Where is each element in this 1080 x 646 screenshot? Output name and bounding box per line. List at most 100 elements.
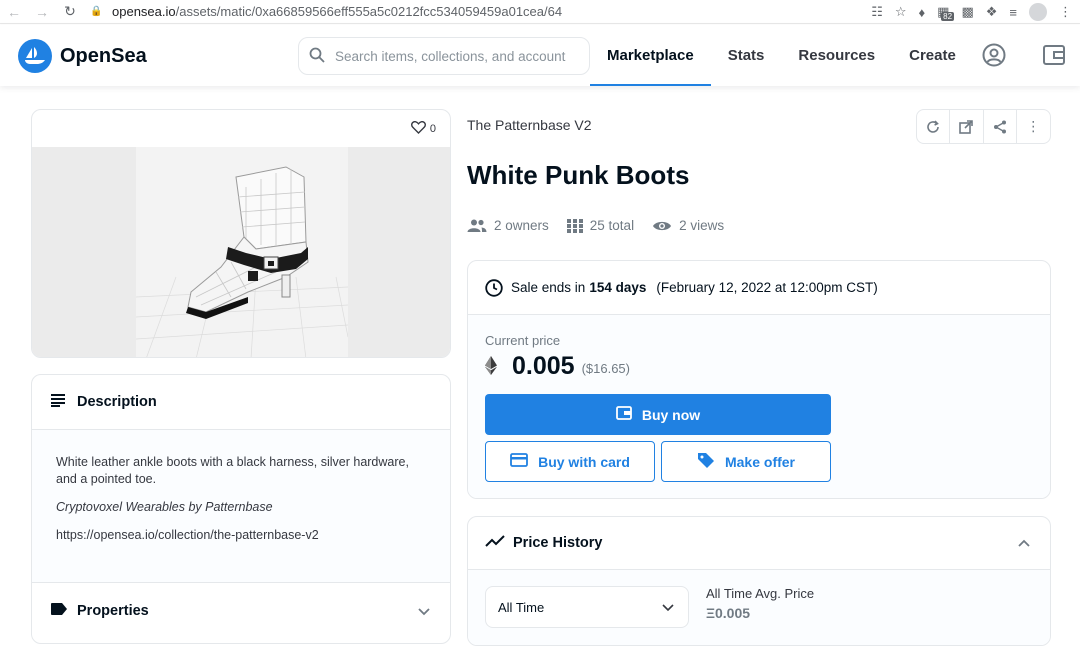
trending-line-icon — [485, 535, 505, 551]
description-text: White leather ankle boots with a black h… — [56, 455, 409, 486]
more-options-icon[interactable]: ⋮ — [1017, 110, 1050, 143]
make-offer-button[interactable]: Make offer — [661, 441, 831, 482]
sale-duration: 154 days — [589, 280, 647, 295]
total-stat: 25 total — [566, 218, 635, 233]
grid-icon — [566, 218, 583, 233]
item-title: White Punk Boots — [467, 160, 690, 190]
brand-name: OpenSea — [60, 44, 147, 67]
time-range-select[interactable]: All Time — [485, 586, 689, 628]
grid-extension-icon[interactable]: ▩ — [961, 4, 973, 20]
favorites-count: 0 — [429, 122, 436, 135]
nav-stats[interactable]: Stats — [711, 25, 782, 86]
current-price-label: Current price — [485, 333, 561, 348]
account-icon[interactable] — [981, 42, 1007, 68]
refresh-icon[interactable] — [917, 110, 951, 143]
eye-icon — [653, 221, 672, 230]
make-offer-label: Make offer — [724, 453, 796, 470]
bookmark-star-icon[interactable]: ☆ — [895, 4, 907, 20]
buy-with-card-label: Buy with card — [538, 453, 630, 470]
heart-icon[interactable] — [410, 120, 426, 137]
browser-toolbar: ← → ↻ 🔒 opensea.io /assets/matic/0xa6685… — [0, 0, 1080, 24]
price-history-body: All Time All Time Avg. Price Ξ0.005 — [468, 570, 1050, 645]
description-credit: Cryptovoxel Wearables by Patternbase — [56, 500, 273, 514]
chevron-up-icon[interactable] — [1018, 535, 1030, 551]
favorites-bar: 0 — [32, 110, 450, 147]
average-price-label: All Time Avg. Price — [706, 586, 815, 601]
asset-stats: 2 owners 25 total 2 views — [467, 218, 742, 233]
owners-count: 2 owners — [494, 218, 549, 233]
sale-prefix: Sale ends in — [511, 280, 586, 295]
price-usd: ($16.65) — [581, 361, 630, 376]
playlist-icon[interactable]: ≡ — [1009, 5, 1017, 20]
menu-dots-icon[interactable]: ⋮ — [1059, 4, 1072, 20]
asset-image[interactable] — [32, 147, 450, 357]
ethereum-icon — [485, 355, 503, 378]
buy-now-label: Buy now — [641, 406, 701, 423]
tag-icon — [51, 603, 69, 619]
reload-icon[interactable]: ↻ — [56, 3, 84, 20]
description-panel: Description White leather ankle boots wi… — [31, 374, 451, 644]
search-icon — [299, 47, 335, 66]
description-header[interactable]: Description — [32, 375, 450, 430]
site-header: OpenSea Marketplace Stats Resources Crea… — [0, 25, 1080, 86]
description-title: Description — [77, 394, 157, 410]
nav-create[interactable]: Create — [892, 25, 973, 86]
nav-resources[interactable]: Resources — [781, 25, 892, 86]
price-line: 0.005 ($16.65) — [485, 352, 1050, 381]
share-icon[interactable] — [984, 110, 1017, 143]
price-amount: 0.005 — [512, 352, 575, 380]
nav-marketplace[interactable]: Marketplace — [590, 25, 711, 86]
buy-now-button[interactable]: Buy now — [485, 394, 831, 435]
chevron-down-icon — [662, 600, 674, 615]
chevron-down-icon[interactable] — [418, 603, 430, 619]
sale-timer: Sale ends in 154 days (February 12, 2022… — [468, 261, 1050, 315]
properties-header[interactable]: Properties — [32, 583, 450, 639]
trade-panel: Sale ends in 154 days (February 12, 2022… — [467, 260, 1051, 499]
translate-icon[interactable]: ☷ — [871, 4, 883, 20]
search-input[interactable] — [335, 48, 580, 64]
description-lines-icon — [51, 393, 69, 411]
price-history-panel: Price History All Time All Time Avg. Pri… — [467, 516, 1051, 646]
forward-icon[interactable]: → — [28, 4, 56, 20]
asset-actions: ⋮ — [916, 109, 1051, 144]
buy-with-card-button[interactable]: Buy with card — [485, 441, 655, 482]
average-price: All Time Avg. Price Ξ0.005 — [706, 586, 814, 621]
profile-avatar[interactable] — [1029, 3, 1047, 21]
collection-name[interactable]: The Patternbase V2 — [467, 117, 592, 133]
search-bar[interactable] — [298, 37, 590, 75]
credit-card-icon — [510, 453, 528, 470]
lock-icon: 🔒 — [90, 6, 103, 17]
puzzle-icon[interactable]: ❖ — [986, 4, 998, 20]
description-body: White leather ankle boots with a black h… — [32, 430, 450, 583]
owners-stat[interactable]: 2 owners — [467, 218, 549, 233]
wallet-icon — [615, 406, 632, 423]
opensea-logo[interactable]: OpenSea — [18, 39, 147, 73]
views-stat: 2 views — [652, 218, 724, 233]
sale-end-date: (February 12, 2022 at 12:00pm CST) — [656, 280, 878, 295]
price-history-header[interactable]: Price History — [468, 517, 1050, 570]
collection-link[interactable]: https://opensea.io/collection/the-patter… — [56, 528, 319, 542]
main-nav: Marketplace Stats Resources Create — [590, 25, 973, 86]
asset-image-card: 0 — [31, 109, 451, 358]
image-backdrop — [135, 147, 349, 357]
browser-extensions: ☷ ☆ ♦ ▦82 ▩ ❖ ≡ ⋮ — [871, 2, 1072, 22]
total-count: 25 total — [589, 218, 635, 233]
tag-icon — [697, 452, 715, 471]
average-price-value: Ξ0.005 — [706, 605, 751, 621]
price-section: Current price 0.005 ($16.65) Buy now Buy… — [468, 315, 1050, 498]
people-icon — [467, 219, 487, 232]
url-host: opensea.io — [112, 4, 176, 19]
external-link-icon[interactable] — [950, 110, 984, 143]
extension-icon[interactable]: ▦82 — [937, 4, 955, 21]
price-history-title: Price History — [513, 535, 603, 551]
boot-render — [135, 166, 349, 357]
back-icon[interactable]: ← — [0, 4, 28, 20]
clock-icon — [485, 278, 503, 297]
url-path: /assets/matic/0xa66859566eff555a5c0212fc… — [175, 4, 563, 19]
address-bar[interactable]: 🔒 opensea.io /assets/matic/0xa66859566ef… — [90, 1, 850, 22]
sailboat-icon — [18, 39, 52, 73]
metamask-icon[interactable]: ♦ — [919, 5, 926, 20]
wallet-icon[interactable] — [1041, 42, 1067, 68]
views-count: 2 views — [679, 218, 725, 233]
properties-title: Properties — [77, 603, 149, 619]
